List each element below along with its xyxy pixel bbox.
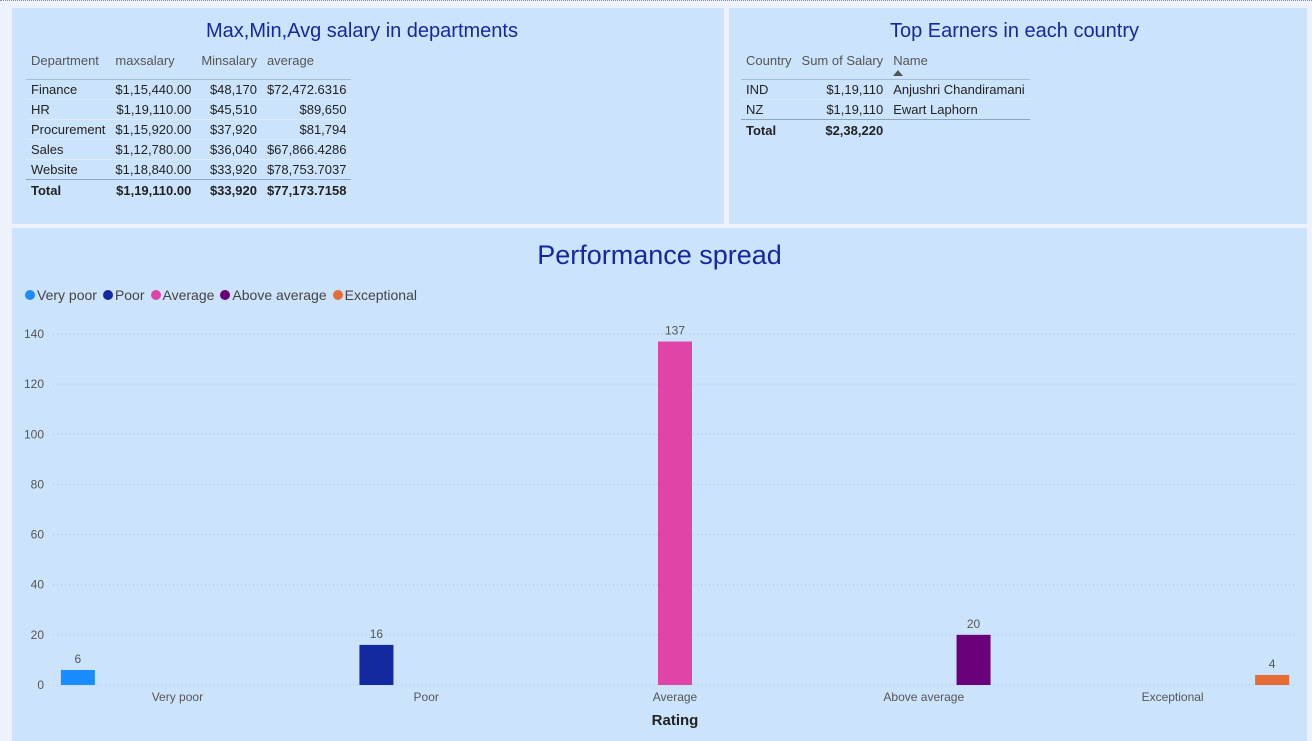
total-label: Total <box>741 119 797 140</box>
table-row[interactable]: Procurement $1,15,920.00 $37,920 $81,794 <box>26 119 352 140</box>
data-label: 16 <box>370 627 384 641</box>
col-header-name-label: Name <box>893 53 928 68</box>
data-label: 137 <box>665 324 685 338</box>
x-tick-label: Exceptional <box>1142 690 1204 704</box>
cell-department: Procurement <box>26 119 111 140</box>
cell-average: $89,650 <box>261 99 352 120</box>
data-label: 6 <box>75 652 82 666</box>
x-tick-label: Very poor <box>152 690 203 704</box>
sort-ascending-icon <box>893 70 904 76</box>
bar-chart: 0 20 40 60 80 100 120 140 Very poor 6 Poor 16 Averag… <box>24 324 1297 729</box>
cell-minsalary: $45,510 <box>196 99 262 120</box>
cell-average: $72,472.6316 <box>261 79 352 100</box>
bar[interactable] <box>658 341 692 685</box>
cell-department: Sales <box>26 139 111 160</box>
table-row[interactable]: Sales $1,12,780.00 $36,040 $67,866.4286 <box>26 139 352 160</box>
cell-department: HR <box>26 99 111 120</box>
total-label: Total <box>26 179 111 200</box>
cell-maxsalary: $1,15,440.00 <box>110 79 197 100</box>
cell-average: $81,794 <box>261 119 352 140</box>
cell-maxsalary: $1,15,920.00 <box>110 119 197 140</box>
bar[interactable] <box>359 644 394 685</box>
cell-sum-of-salary: $1,19,110 <box>796 79 889 100</box>
x-tick-label: Poor <box>414 690 439 704</box>
col-header-minsalary[interactable]: Minsalary <box>196 53 262 80</box>
cell-country: NZ <box>741 99 797 120</box>
total-average: $77,173.7158 <box>261 179 352 200</box>
total-name <box>888 119 1030 140</box>
cell-average: $78,753.7037 <box>261 159 352 180</box>
cell-country: IND <box>741 79 797 100</box>
col-header-average[interactable]: average <box>262 53 352 80</box>
total-maxsalary: $1,19,110.00 <box>110 179 197 200</box>
cell-minsalary: $33,920 <box>196 159 262 180</box>
cell-maxsalary: $1,18,840.00 <box>110 159 197 180</box>
total-row: Total $1,19,110.00 $33,920 $77,173.7158 <box>26 179 352 200</box>
table-row[interactable]: Website $1,18,840.00 $33,920 $78,753.703… <box>26 159 352 180</box>
table-row[interactable]: IND $1,19,110 Anjushri Chandiramani <box>741 79 1030 100</box>
salary-visual-title: Max,Min,Avg salary in departments <box>206 20 518 42</box>
x-axis-title: Rating <box>652 712 699 729</box>
y-tick-label: 120 <box>24 377 44 391</box>
col-header-department[interactable]: Department <box>26 53 110 80</box>
total-sum-of-salary: $2,38,220 <box>796 119 889 140</box>
y-tick-label: 60 <box>31 528 45 542</box>
total-minsalary: $33,920 <box>196 179 262 200</box>
earners-visual-title: Top Earners in each country <box>890 20 1140 42</box>
cell-department: Finance <box>26 79 111 100</box>
table-row[interactable]: HR $1,19,110.00 $45,510 $89,650 <box>26 99 352 120</box>
bar[interactable] <box>1255 674 1290 685</box>
bar[interactable] <box>60 669 95 685</box>
earners-table: Country Sum of Salary Name IND $1,19,110… <box>741 53 1030 140</box>
y-tick-label: 80 <box>31 477 45 491</box>
salary-header-row: Department maxsalary Minsalary average <box>26 53 351 80</box>
col-header-country[interactable]: Country <box>741 53 797 80</box>
cell-maxsalary: $1,19,110.00 <box>110 99 197 120</box>
col-header-maxsalary[interactable]: maxsalary <box>110 53 196 80</box>
total-row: Total $2,38,220 <box>741 119 1030 140</box>
top-border <box>0 0 1312 4</box>
cell-name: Ewart Laphorn <box>888 99 1030 120</box>
y-tick-label: 20 <box>31 628 45 642</box>
col-header-sum-of-salary[interactable]: Sum of Salary <box>797 53 889 80</box>
table-row[interactable]: Finance $1,15,440.00 $48,170 $72,472.631… <box>26 79 352 100</box>
cell-name: Anjushri Chandiramani <box>888 79 1030 100</box>
x-tick-label: Average <box>653 690 698 704</box>
salary-table: Department maxsalary Minsalary average F… <box>26 53 352 200</box>
y-tick-label: 100 <box>24 427 44 441</box>
performance-chart-visual[interactable]: Performance spread Very poor Poor Average A… <box>12 228 1307 741</box>
cell-average: $67,866.4286 <box>261 139 352 160</box>
cell-department: Website <box>26 159 111 180</box>
cell-minsalary: $37,920 <box>196 119 262 140</box>
table-row[interactable]: NZ $1,19,110 Ewart Laphorn <box>741 99 1030 120</box>
y-tick-label: 0 <box>37 678 44 692</box>
cell-minsalary: $36,040 <box>196 139 262 160</box>
earners-header-row: Country Sum of Salary Name <box>741 53 1030 80</box>
top-earners-visual[interactable]: Top Earners in each country Country Sum … <box>729 8 1307 224</box>
cell-minsalary: $48,170 <box>196 79 262 100</box>
data-label: 4 <box>1269 657 1276 671</box>
cell-sum-of-salary: $1,19,110 <box>796 99 889 120</box>
bar[interactable] <box>956 634 991 685</box>
x-tick-label: Above average <box>883 690 964 704</box>
y-tick-label: 140 <box>24 327 44 341</box>
salary-matrix-visual[interactable]: Max,Min,Avg salary in departments Depart… <box>12 8 724 224</box>
data-label: 20 <box>967 617 981 631</box>
y-tick-label: 40 <box>31 578 45 592</box>
col-header-name[interactable]: Name <box>888 53 1030 80</box>
cell-maxsalary: $1,12,780.00 <box>110 139 197 160</box>
